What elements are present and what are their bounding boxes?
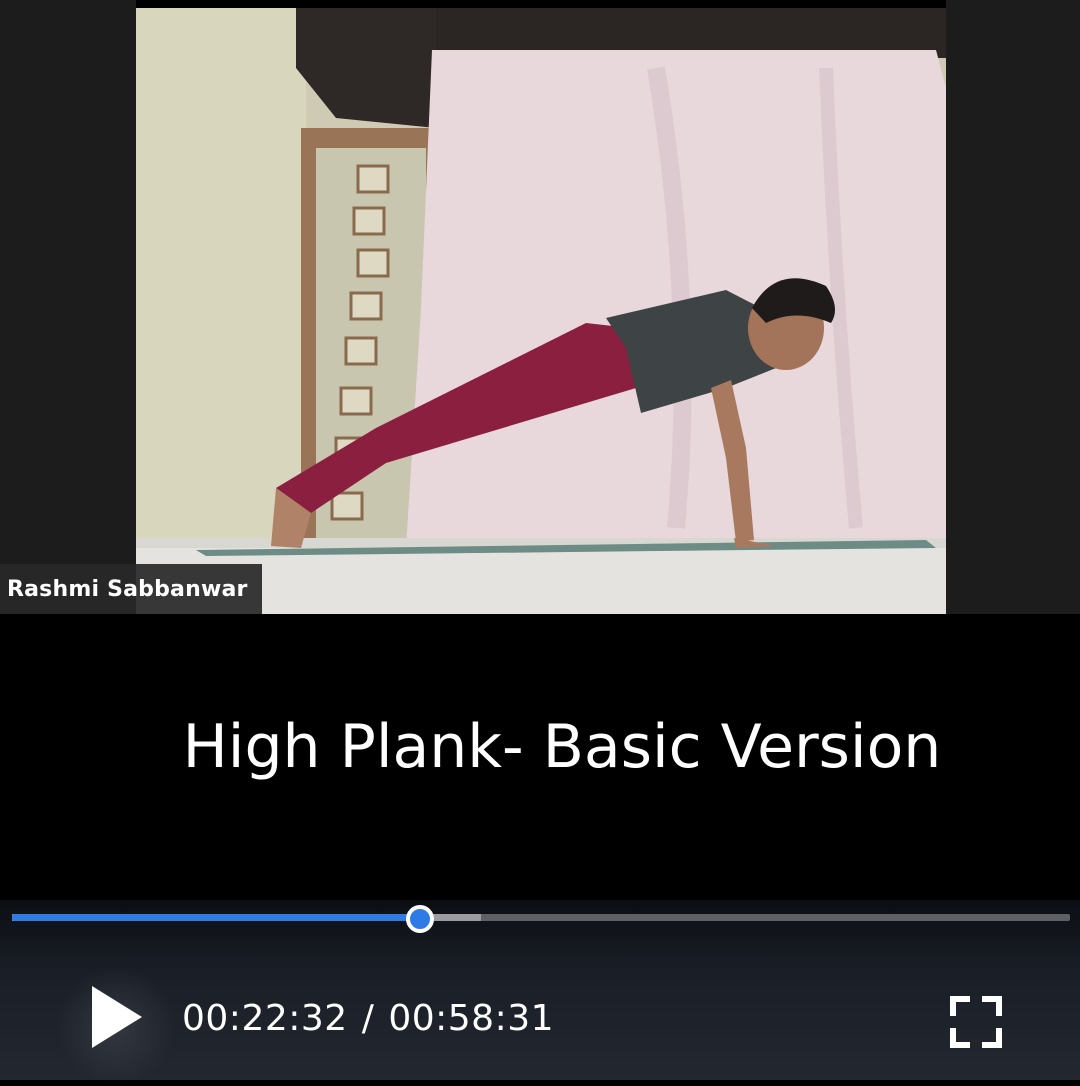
video-frame[interactable]: [136, 8, 946, 614]
video-caption: High Plank- Basic Version: [182, 712, 942, 782]
total-time: 00:58:31: [388, 998, 555, 1039]
progress-bar[interactable]: [12, 905, 1070, 933]
time-separator: /: [361, 998, 375, 1039]
time-readout: 00:22:32 / 00:58:31: [182, 998, 554, 1039]
letterbox-left: [0, 0, 136, 614]
participant-name-tag: Rashmi Sabbanwar: [0, 564, 262, 614]
letterbox-right: [946, 0, 1080, 614]
play-icon: [92, 986, 142, 1048]
play-button[interactable]: [56, 966, 176, 1086]
current-time: 00:22:32: [182, 998, 348, 1039]
fullscreen-icon: [950, 996, 1002, 1048]
seek-handle[interactable]: [406, 905, 435, 933]
video-scene-image: [136, 8, 946, 614]
fullscreen-button[interactable]: [944, 994, 1008, 1050]
player-controls: 00:22:32 / 00:58:31: [0, 900, 1080, 1086]
played-progress: [12, 914, 420, 921]
